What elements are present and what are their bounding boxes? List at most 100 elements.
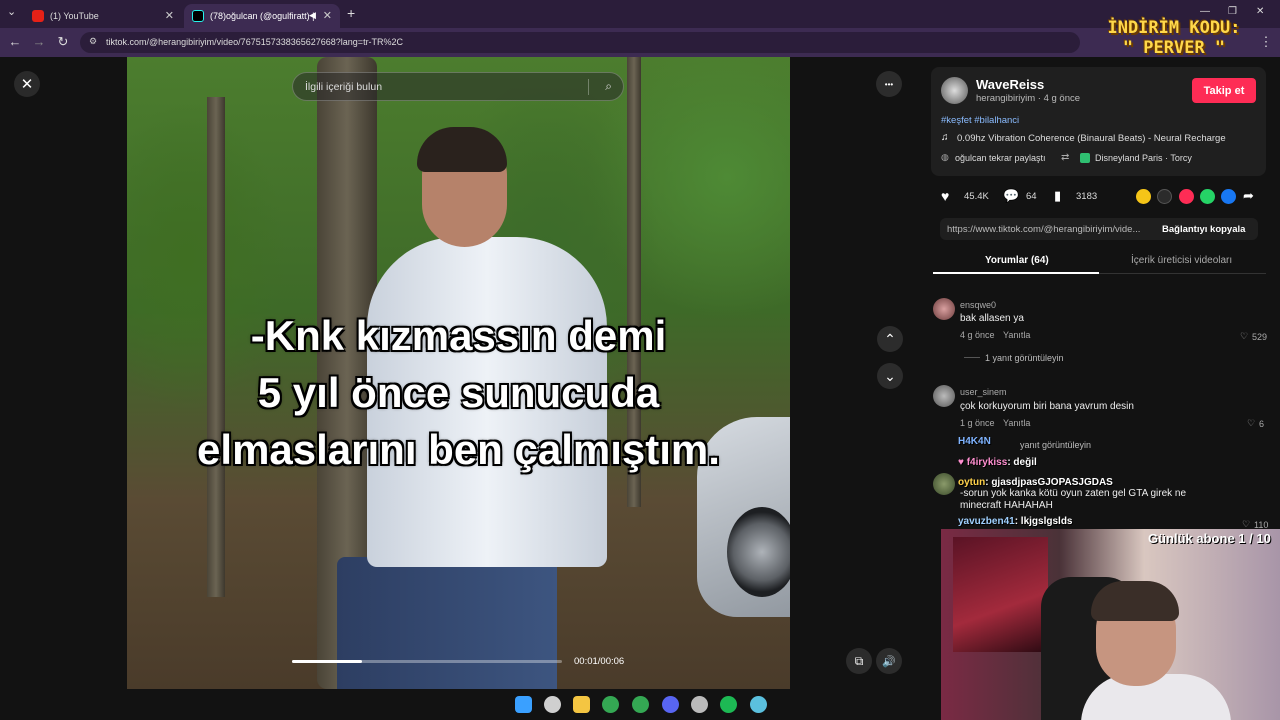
tiktok-send-icon[interactable] [1179,189,1194,204]
comment-like-icon[interactable]: ♡ [1247,418,1255,429]
more-options-button[interactable]: ••• [876,71,902,97]
comment-time: 1 g önce [960,418,995,428]
chrome-icon[interactable] [602,696,619,713]
comment-icon[interactable]: 💬 [1003,188,1019,204]
tab-comments[interactable]: Yorumlar (64) [985,255,1049,266]
picture-in-picture-button[interactable]: ⧉ [846,648,872,674]
comments-count: 64 [1026,191,1037,202]
chat-user: f4irykiss [966,457,1008,468]
progress-bar[interactable] [292,660,562,663]
copy-link-button[interactable]: Bağlantıyı kopyala [1162,224,1245,235]
progress-fill [292,660,363,663]
spotify-icon[interactable] [720,696,737,713]
tab-creator-videos[interactable]: İçerik üreticisi videoları [1131,255,1232,266]
comment-avatar[interactable] [933,473,955,495]
maximize-button[interactable]: ❐ [1228,6,1237,17]
site-info-icon[interactable]: ⚙ [89,36,97,47]
chat-line: H4K4N [958,436,991,447]
tab-list-icon[interactable]: ⌄ [7,5,16,18]
person-legs [337,557,557,689]
location-icon [1080,153,1090,163]
reload-button[interactable]: ↻ [54,34,72,50]
reply-button[interactable]: Yanıtla [1003,330,1030,340]
close-window-button[interactable]: ✕ [1256,6,1264,17]
comment-text: çok korkuyorum biri bana yavrum desin [960,401,1134,412]
start-icon[interactable] [515,696,532,713]
comment-like-count: 6 [1259,419,1265,429]
heart-icon[interactable]: ♥ [941,188,949,204]
chat-line: yavuzben41: lkjgslgslds [958,516,1073,527]
back-button[interactable]: ← [6,34,24,49]
active-tab-indicator [933,272,1099,274]
previous-video-button[interactable]: ⌃ [877,326,903,352]
close-tab-icon[interactable]: ✕ [323,9,332,22]
creator-avatar[interactable] [941,77,968,104]
reply-button[interactable]: Yanıtla [1003,418,1030,428]
comment-like-count: 529 [1252,332,1268,342]
url-field[interactable]: ⚙ tiktok.com/@herangibiriyim/video/76751… [80,32,1080,53]
obs-icon[interactable] [691,696,708,713]
comment-avatar[interactable] [933,298,955,320]
chat-line: ♥ f4irykiss: değil [958,457,1037,468]
promo-line-1: İNDİRİM KODU: [1107,18,1241,38]
bookmark-icon[interactable]: ▮ [1054,188,1061,204]
embed-icon[interactable] [1157,189,1172,204]
music-title[interactable]: 0.09hz Vibration Coherence (Binaural Bea… [957,133,1226,144]
youtube-icon [32,10,44,22]
close-tab-icon[interactable]: ✕ [165,9,174,22]
coin-share-icon[interactable] [1136,189,1151,204]
file-explorer-icon[interactable] [573,696,590,713]
repost-avatar-icon: ◍ [941,152,949,162]
subtitle-line-3: elmaslarını ben çalmıştım. [197,426,720,473]
promo-code-overlay: İNDİRİM KODU: " PERVER " [1094,18,1254,58]
tab-tiktok[interactable]: (78)oğulcan (@ogulfiratt) | ◀ ✕ [184,4,340,28]
hashtags[interactable]: #keşfet #bilalhanci [941,115,1019,126]
chat-line: oytun: gjasdjpasGJOPASJGDAS [958,477,1113,488]
minimize-button[interactable]: — [1200,6,1210,17]
share-link-url[interactable]: https://www.tiktok.com/@herangibiriyim/v… [947,224,1140,235]
menu-icon[interactable]: ⋮ [1257,34,1275,50]
share-forward-icon[interactable]: ➦ [1243,188,1254,204]
webcam-overlay [941,529,1280,720]
share-link-box: https://www.tiktok.com/@herangibiriyim/v… [940,218,1258,240]
saves-count: 3183 [1076,191,1098,202]
search-placeholder: İlgili içeriği bulun [305,81,383,93]
comment-avatar[interactable] [933,385,955,407]
tab-label: (1) YouTube [50,11,99,21]
speaker-icon[interactable]: ◀ [309,10,316,21]
subtitle-line-2: 5 yıl önce sunucuda [257,369,660,416]
view-replies-button[interactable]: 1 yanıt görüntüleyin [985,353,1064,363]
repost-icon: ⇄ [1061,152,1070,163]
facebook-icon[interactable] [1221,189,1236,204]
comment-username[interactable]: ensqwe0 [960,300,996,310]
music-icon: ♫ [941,132,949,143]
follow-button[interactable]: Takip et [1192,78,1256,103]
stream-chat-overlay: H4K4N ♥ f4irykiss: değil oytun: gjasdjpa… [958,436,1188,532]
new-tab-button[interactable]: + [347,5,355,21]
video-player[interactable]: -Knk kızmassın demi 5 yıl önce sunucuda … [127,57,790,689]
comment-username[interactable]: user_sinem [960,387,1007,397]
reply-line [964,357,980,358]
video-search-input[interactable]: İlgili içeriği bulun ⌕ [292,72,624,101]
creator-name[interactable]: WaveReiss [976,77,1044,92]
tab-youtube[interactable]: (1) YouTube ✕ [24,4,182,28]
volume-button[interactable]: 🔊 [876,648,902,674]
repost-label[interactable]: oğulcan tekrar paylaştı [955,153,1046,163]
app-icon[interactable] [750,696,767,713]
chrome-icon[interactable] [632,696,649,713]
tiktok-icon [192,10,204,22]
person-hair [417,127,507,172]
forward-button[interactable]: → [30,34,48,49]
car-wheel [727,507,790,597]
tab-label: (78)oğulcan (@ogulfiratt) | [210,11,315,21]
location-label[interactable]: Disneyland Paris · Torcy [1095,153,1192,163]
comment-like-icon[interactable]: ♡ [1240,331,1248,342]
discord-icon[interactable] [662,696,679,713]
close-video-button[interactable]: ✕ [14,71,40,97]
next-video-button[interactable]: ⌄ [877,363,903,389]
browser-tab-strip: ⌄ (1) YouTube ✕ (78)oğulcan (@ogulfiratt… [0,0,1280,28]
chat-user: oytun [958,477,986,488]
whatsapp-icon[interactable] [1200,189,1215,204]
search-icon[interactable] [544,696,561,713]
search-icon[interactable]: ⌕ [605,79,612,94]
